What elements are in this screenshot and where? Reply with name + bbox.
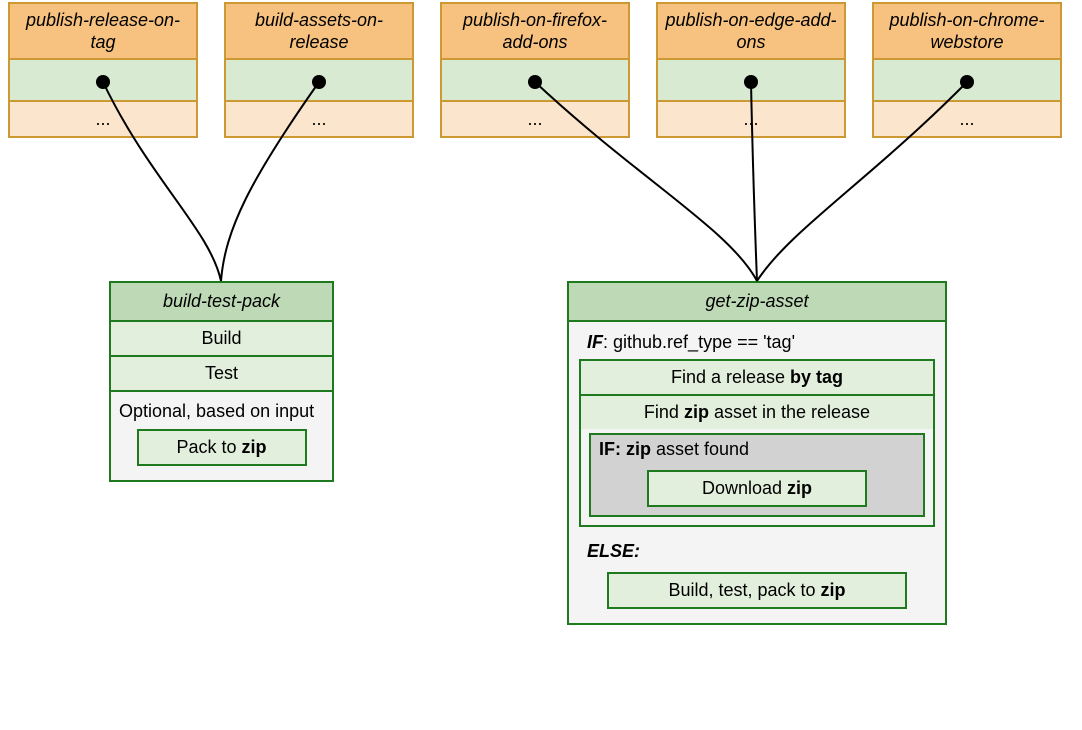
workflow-dot-band (874, 60, 1060, 102)
workflow-box-build-assets-on-release: build-assets-on-release ... (224, 2, 414, 138)
workflow-title: publish-on-edge-add-ons (658, 4, 844, 60)
job-box-get-zip-asset: get-zip-asset IF: github.ref_type == 'ta… (567, 281, 947, 625)
if-condition-label: IF: github.ref_type == 'tag' (579, 328, 935, 357)
workflow-box-publish-on-edge-add-ons: publish-on-edge-add-ons ... (656, 2, 846, 138)
job-step-pack-to-zip: Pack to zip (137, 429, 307, 466)
job-step-build: Build (111, 322, 332, 357)
workflow-dot-band (10, 60, 196, 102)
job-optional-label: Optional, based on input (119, 400, 324, 423)
workflow-title: publish-on-firefox-add-ons (442, 4, 628, 60)
else-label: ELSE: (579, 537, 935, 566)
job-title: build-test-pack (111, 283, 332, 322)
step-find-zip-asset: Find zip asset in the release (581, 396, 933, 429)
workflow-dots: ... (226, 102, 412, 136)
job-optional-block: Optional, based on input Pack to zip (111, 390, 332, 480)
workflow-title: publish-on-chrome-webstore (874, 4, 1060, 60)
if-branch-container: Find a release by tag Find zip asset in … (579, 359, 935, 527)
job-box-build-test-pack: build-test-pack Build Test Optional, bas… (109, 281, 334, 482)
step-download-zip: Download zip (647, 470, 867, 507)
workflow-title: build-assets-on-release (226, 4, 412, 60)
workflow-box-publish-release-on-tag: publish-release-on-tag ... (8, 2, 198, 138)
job-title: get-zip-asset (569, 283, 945, 322)
workflow-dots: ... (874, 102, 1060, 136)
workflow-dots: ... (10, 102, 196, 136)
workflow-dot-band (226, 60, 412, 102)
workflow-box-publish-on-chrome-webstore: publish-on-chrome-webstore ... (872, 2, 1062, 138)
workflow-dot-band (442, 60, 628, 102)
workflow-title: publish-release-on-tag (10, 4, 196, 60)
workflow-dots: ... (658, 102, 844, 136)
workflow-box-publish-on-firefox-add-ons: publish-on-firefox-add-ons ... (440, 2, 630, 138)
workflow-dot-band (658, 60, 844, 102)
diagram-canvas: publish-release-on-tag ... build-assets-… (0, 0, 1082, 730)
step-find-release-by-tag: Find a release by tag (581, 361, 933, 396)
job-step-test: Test (111, 357, 332, 390)
job-body: IF: github.ref_type == 'tag' Find a rele… (569, 322, 945, 623)
step-build-test-pack-zip: Build, test, pack to zip (607, 572, 907, 609)
nested-if-container: IF: zip asset found Download zip (589, 433, 925, 517)
workflow-dots: ... (442, 102, 628, 136)
nested-if-label: IF: zip asset found (591, 435, 923, 464)
